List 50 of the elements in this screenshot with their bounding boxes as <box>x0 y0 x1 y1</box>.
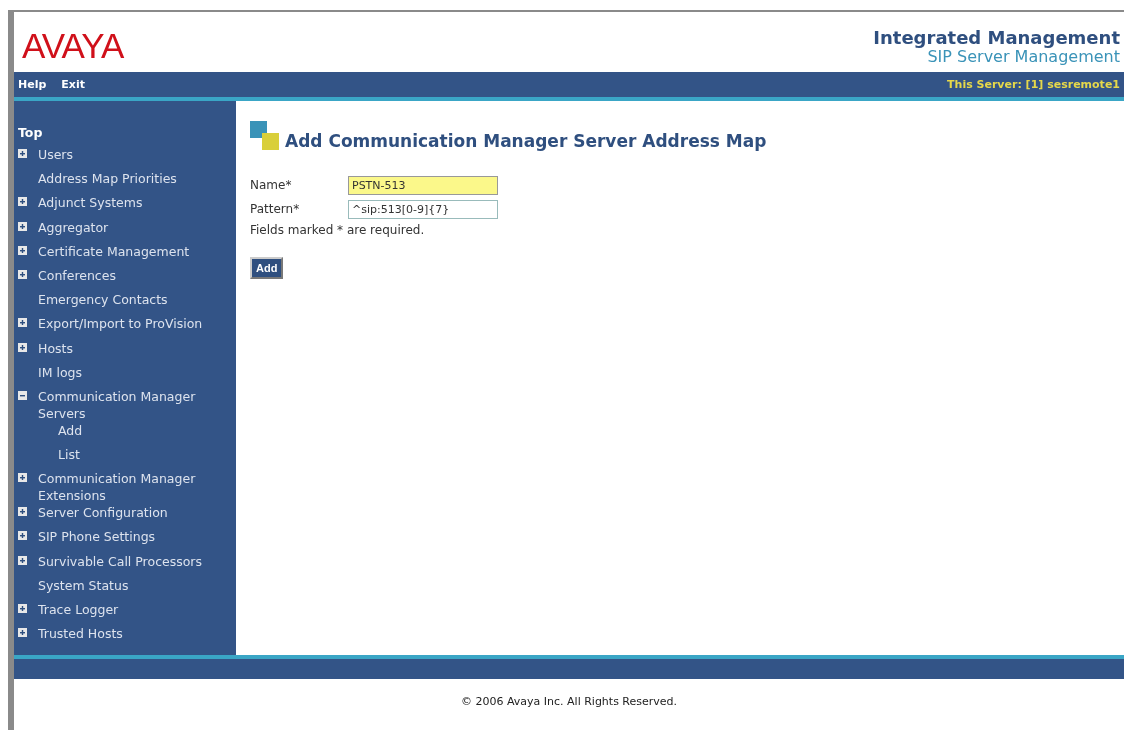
sidebar-item[interactable]: Certificate Management <box>38 242 190 260</box>
expand-icon[interactable] <box>18 507 27 517</box>
sidebar-item[interactable]: Hosts <box>38 339 73 357</box>
server-label: This Server: [1] sesremote1 <box>947 78 1120 91</box>
sidebar-subitem[interactable]: List <box>58 446 80 464</box>
sidebar-item[interactable]: Export/Import to ProVision <box>38 315 203 333</box>
field-label: Pattern* <box>250 202 301 216</box>
sidebar-item[interactable]: Server Configuration <box>38 504 168 522</box>
expand-icon[interactable] <box>18 221 27 231</box>
required-note: Fields marked * are required. <box>250 223 426 237</box>
expand-icon[interactable] <box>18 269 27 279</box>
nav-link[interactable]: Exit <box>61 78 85 91</box>
expand-icon[interactable] <box>18 197 27 207</box>
logo: AVAYA <box>22 26 124 66</box>
sidebar-item[interactable]: Communication Manager Servers <box>38 387 234 422</box>
sidebar-item[interactable]: System Status <box>38 576 129 594</box>
expand-icon[interactable] <box>18 531 27 541</box>
sidebar-item[interactable]: Trusted Hosts <box>38 625 123 643</box>
sidebar-item[interactable]: IM logs <box>38 363 82 381</box>
sidebar-item[interactable]: SIP Phone Settings <box>38 528 156 546</box>
collapse-icon[interactable] <box>18 390 27 400</box>
sidebar-item[interactable]: Adjunct Systems <box>38 194 143 212</box>
squares-icon <box>250 121 280 151</box>
sidebar-item[interactable]: Aggregator <box>38 218 109 236</box>
expand-icon[interactable] <box>18 604 27 613</box>
copyright-text: © 2006 Avaya Inc. All Rights Reserved. <box>460 695 678 710</box>
page-title: Add Communication Manager Server Address Map <box>285 131 767 151</box>
expand-icon[interactable] <box>18 555 27 565</box>
add-button[interactable]: Add <box>250 257 284 279</box>
text-field[interactable]: ^sip:513[0-9]{7} <box>348 199 498 219</box>
expand-icon[interactable] <box>18 149 27 158</box>
sidebar-item[interactable]: Users <box>38 146 73 163</box>
expand-icon[interactable] <box>18 318 27 328</box>
text-field[interactable]: PSTN-513 <box>348 175 498 195</box>
sidebar-item[interactable]: Address Map Priorities <box>38 170 177 188</box>
expand-icon[interactable] <box>18 245 27 255</box>
expand-icon[interactable] <box>18 628 27 638</box>
sidebar-item[interactable]: Survivable Call Processors <box>38 552 203 570</box>
nav-link[interactable]: Help <box>18 78 47 91</box>
sidebar-item[interactable]: Communication Manager Extensions <box>38 470 234 505</box>
app-title: Integrated Management <box>873 28 1120 48</box>
sidebar-subitem[interactable]: Add <box>58 421 83 439</box>
sidebar-heading[interactable]: Top <box>18 125 43 140</box>
expand-icon[interactable] <box>18 473 27 483</box>
field-label: Name* <box>250 178 293 192</box>
sidebar-item[interactable]: Trace Logger <box>38 601 119 618</box>
app-subtitle: SIP Server Management <box>927 48 1120 65</box>
sidebar-item[interactable]: Conferences <box>38 266 116 284</box>
sidebar-item[interactable]: Emergency Contacts <box>38 291 168 309</box>
expand-icon[interactable] <box>18 342 27 352</box>
